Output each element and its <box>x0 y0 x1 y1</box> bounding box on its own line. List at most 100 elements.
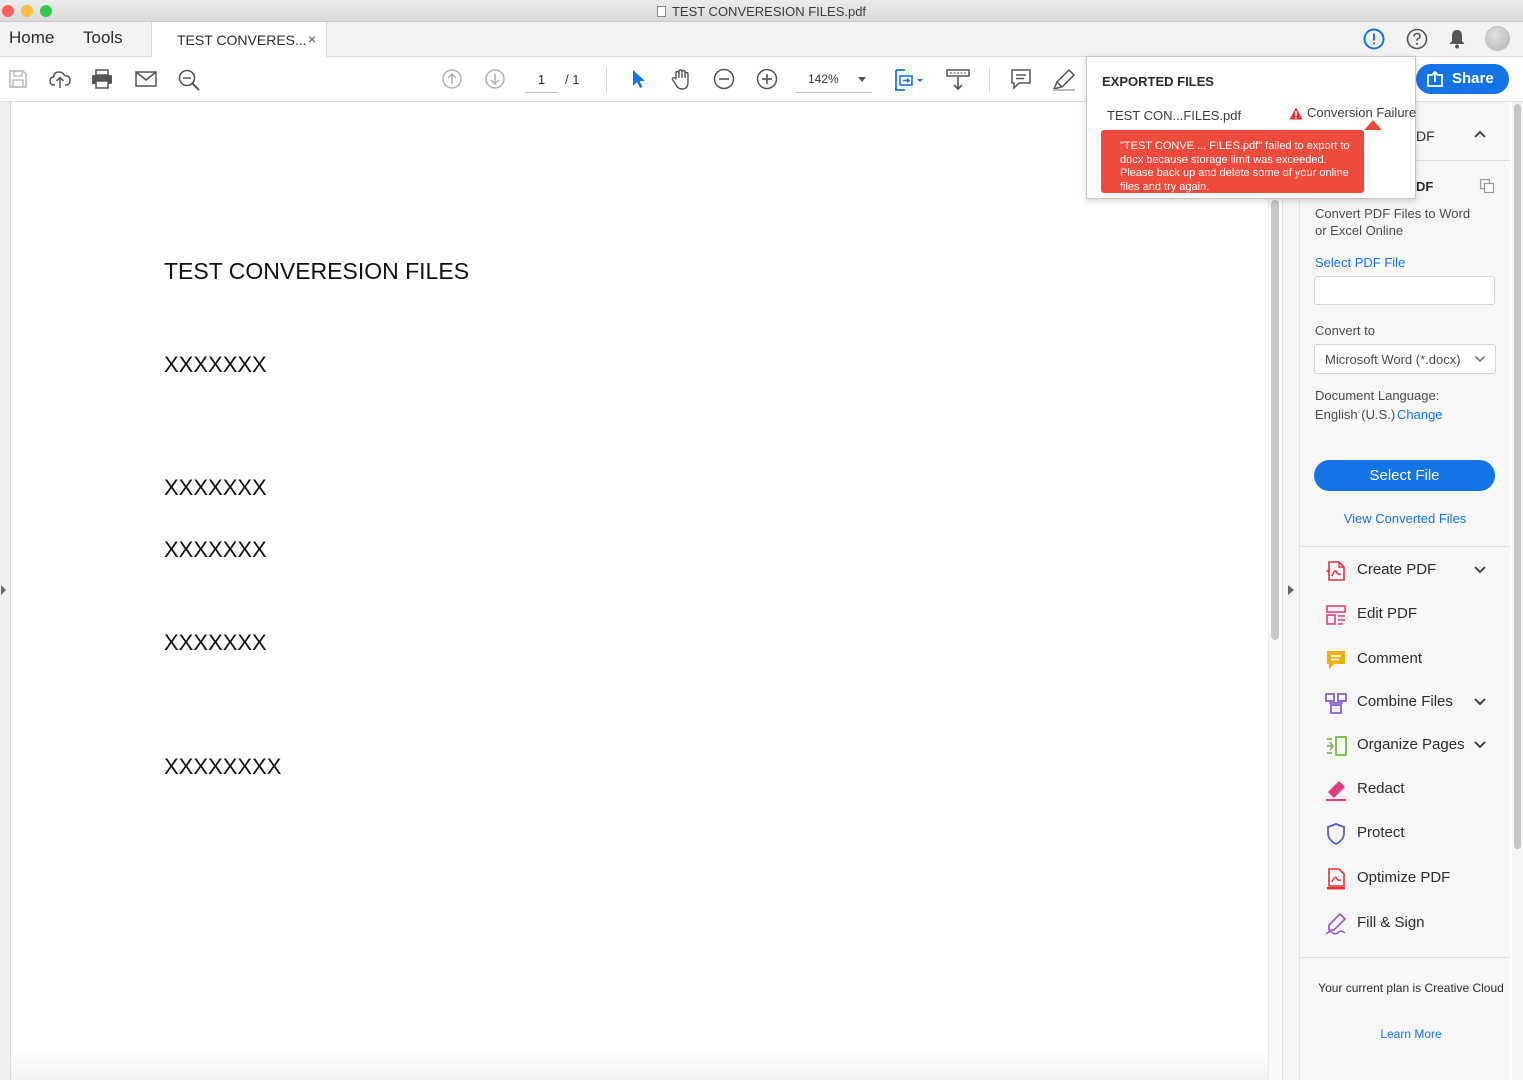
select-pdf-file-link[interactable]: Select PDF File <box>1315 255 1405 270</box>
highlighter-icon[interactable] <box>1051 67 1077 93</box>
bell-icon[interactable] <box>1447 28 1467 50</box>
redact-icon <box>1324 778 1348 802</box>
document-viewer[interactable] <box>0 102 1282 1080</box>
optimize-pdf-icon <box>1324 867 1348 891</box>
tab-close-button[interactable]: × <box>308 31 316 47</box>
document-line: XXXXXXXX <box>164 754 282 779</box>
view-converted-files-link[interactable]: View Converted Files <box>1300 511 1510 526</box>
document-line: XXXXXXX <box>164 630 267 655</box>
tool-protect[interactable]: Protect <box>1320 819 1500 849</box>
share-button[interactable]: Share <box>1416 64 1509 94</box>
chevron-down-icon <box>1474 355 1486 363</box>
document-tab-label: TEST CONVERES... <box>177 32 307 48</box>
error-tooltip-arrow <box>1364 120 1382 130</box>
tool-redact[interactable]: Redact <box>1320 775 1500 805</box>
page-total: / 1 <box>565 72 580 87</box>
save-icon[interactable] <box>6 67 32 93</box>
comment-icon[interactable] <box>1009 67 1035 93</box>
chevron-up-icon[interactable] <box>1473 129 1487 139</box>
tool-combine-files[interactable]: Combine Files <box>1320 688 1500 718</box>
change-language-link[interactable]: Change <box>1397 407 1443 422</box>
plan-info: Your current plan is Creative Cloud <box>1318 981 1504 995</box>
tool-fill-sign[interactable]: Fill & Sign <box>1320 909 1500 939</box>
tool-label: Fill & Sign <box>1357 914 1425 931</box>
convert-to-select[interactable]: Microsoft Word (*.docx) <box>1314 344 1496 374</box>
tool-label: Create PDF <box>1357 561 1437 578</box>
share-icon <box>1426 71 1444 87</box>
tool-label: Organize Pages <box>1357 736 1465 753</box>
tool-label: Redact <box>1357 780 1405 797</box>
conversion-status-label: Conversion Failure <box>1307 105 1417 120</box>
share-label: Share <box>1452 70 1494 87</box>
title-bar: TEST CONVERESION FILES.pdf <box>0 0 1523 22</box>
tool-create-pdf[interactable]: Create PDF <box>1320 556 1500 586</box>
document-tab[interactable]: TEST CONVERES... × <box>151 22 327 57</box>
exported-files-popover: EXPORTED FILES TEST CON...FILES.pdf Conv… <box>1086 56 1416 199</box>
email-icon[interactable] <box>133 67 159 93</box>
combine-files-icon <box>1324 691 1348 715</box>
upload-cloud-icon[interactable] <box>48 67 74 93</box>
tool-edit-pdf[interactable]: Edit PDF <box>1320 600 1500 630</box>
comment-tool-icon <box>1324 648 1348 672</box>
select-file-button[interactable]: Select File <box>1314 460 1495 491</box>
tool-label: Comment <box>1357 650 1423 667</box>
document-scrollbar-thumb[interactable] <box>1271 200 1279 640</box>
warning-icon <box>1289 107 1303 120</box>
chevron-down-icon[interactable] <box>1473 740 1487 750</box>
tool-optimize-pdf[interactable]: Optimize PDF <box>1320 864 1500 894</box>
document-icon <box>656 6 666 17</box>
nav-home[interactable]: Home <box>9 28 54 48</box>
tool-organize-pages[interactable]: Organize Pages <box>1320 731 1500 761</box>
window-title-text: TEST CONVERESION FILES.pdf <box>671 4 867 19</box>
document-line: XXXXXXX <box>164 537 267 562</box>
protect-icon <box>1324 822 1348 846</box>
search-zoom-icon[interactable] <box>176 67 202 93</box>
page-up-icon[interactable] <box>440 67 466 93</box>
tool-label: Optimize PDF <box>1357 869 1451 886</box>
hand-tool-icon[interactable] <box>668 67 694 93</box>
popover-title: EXPORTED FILES <box>1102 74 1214 89</box>
learn-more-link[interactable]: Learn More <box>1300 1027 1522 1041</box>
help-icon[interactable] <box>1405 27 1429 51</box>
exported-file-name[interactable]: TEST CON...FILES.pdf <box>1107 108 1241 123</box>
document-heading: TEST CONVERESION FILES <box>164 258 470 284</box>
toolbar-divider <box>606 67 607 93</box>
fit-page-icon[interactable] <box>893 67 923 93</box>
edit-pdf-icon <box>1324 603 1348 627</box>
document-language-value: English (U.S.) <box>1315 407 1396 422</box>
right-pane-scrollbar-thumb[interactable] <box>1514 104 1521 849</box>
collapse-right-pane-icon[interactable] <box>1288 585 1294 595</box>
avatar[interactable] <box>1485 26 1510 51</box>
print-icon[interactable] <box>90 67 116 93</box>
document-bottom-shadow <box>11 1050 1268 1080</box>
nav-tools[interactable]: Tools <box>83 28 123 48</box>
page-down-icon[interactable] <box>483 67 509 93</box>
toolbar-divider <box>989 67 990 93</box>
fill-sign-icon <box>1324 912 1348 936</box>
chevron-down-icon[interactable] <box>1473 697 1487 707</box>
error-tooltip: "TEST CONVE ... FILES.pdf" failed to exp… <box>1101 130 1364 193</box>
divider <box>1300 546 1510 547</box>
tool-label: Combine Files <box>1357 693 1453 710</box>
divider <box>1300 957 1510 958</box>
page-number-input[interactable]: 1 <box>525 69 558 93</box>
tool-label: Protect <box>1357 824 1405 841</box>
tab-bar: Home Tools TEST CONVERES... × <box>0 22 1523 57</box>
copy-icon[interactable] <box>1479 178 1495 194</box>
chevron-down-icon[interactable] <box>1473 565 1487 575</box>
convert-to-value: Microsoft Word (*.docx) <box>1325 352 1461 367</box>
alert-icon[interactable] <box>1362 27 1386 51</box>
scroll-mode-icon[interactable] <box>945 67 971 93</box>
zoom-out-icon[interactable] <box>712 67 738 93</box>
pdf-file-input[interactable] <box>1314 276 1495 305</box>
select-pointer-icon[interactable] <box>627 67 653 93</box>
document-line: XXXXXXX <box>164 475 267 500</box>
expand-left-pane-icon[interactable] <box>1 585 6 595</box>
document-line: XXXXXXX <box>164 352 267 377</box>
tool-comment[interactable]: Comment <box>1320 645 1500 675</box>
convert-description: Convert PDF Files to Word or Excel Onlin… <box>1315 206 1471 238</box>
export-pdf-subtitle: DF <box>1416 179 1434 194</box>
document-language-label: Document Language: <box>1315 388 1440 403</box>
export-pdf-section-title: DF <box>1416 128 1435 144</box>
zoom-in-icon[interactable] <box>755 67 781 93</box>
